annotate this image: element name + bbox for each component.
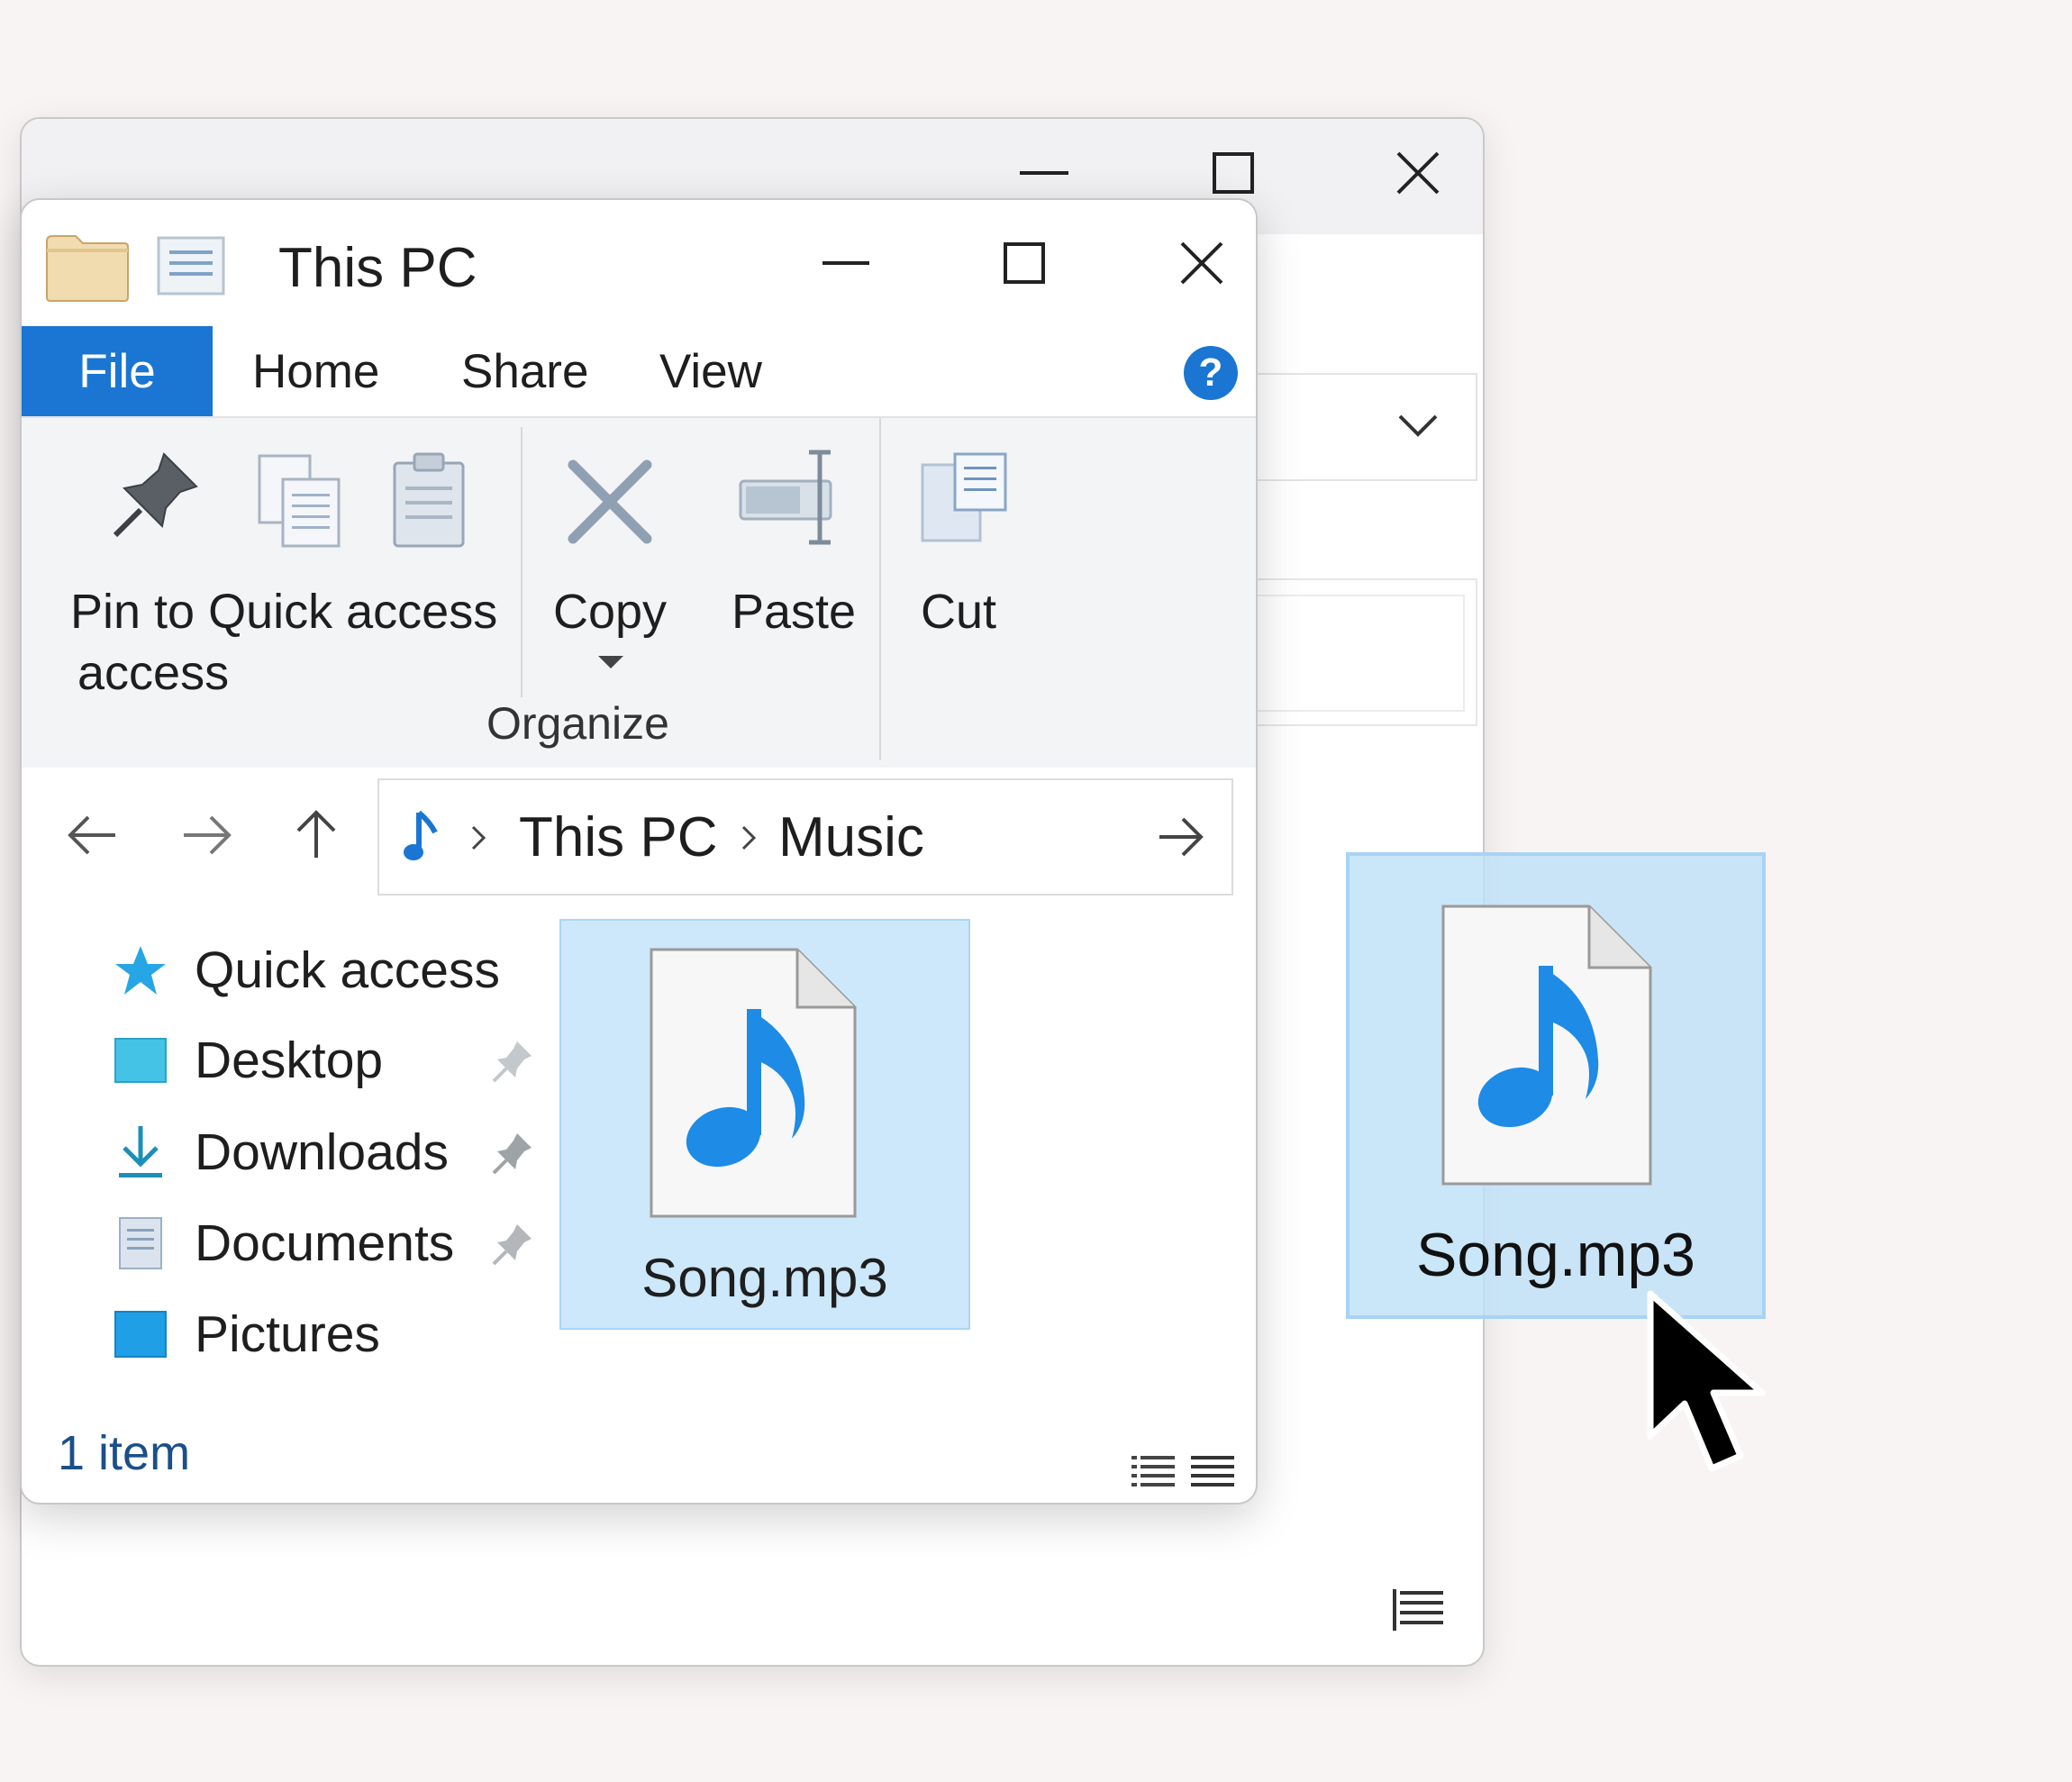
file-item-song[interactable]: Song.mp3 bbox=[559, 919, 970, 1330]
copy-icon bbox=[568, 459, 652, 544]
nav-item-downloads[interactable]: Downloads bbox=[112, 1112, 562, 1193]
drag-preview-file-name: Song.mp3 bbox=[1416, 1221, 1695, 1289]
star-icon bbox=[112, 941, 169, 999]
minimize-icon bbox=[1020, 171, 1068, 175]
background-dropdown[interactable] bbox=[1238, 373, 1477, 481]
copy-path-icon bbox=[258, 454, 341, 548]
pin-icon bbox=[113, 452, 198, 538]
pin-icon[interactable] bbox=[490, 1221, 535, 1266]
details-view-icon[interactable] bbox=[1131, 1454, 1175, 1490]
navigation-pane: Quick access Desktop Downloads Documents bbox=[22, 903, 562, 1407]
help-button[interactable]: ? bbox=[1184, 346, 1238, 400]
breadcrumb-this-pc[interactable]: This PC bbox=[519, 805, 717, 869]
maximize-icon bbox=[1213, 152, 1254, 194]
background-inner-panel bbox=[1247, 595, 1465, 712]
nav-label: Desktop bbox=[195, 1032, 384, 1089]
pictures-folder-icon bbox=[112, 1305, 169, 1363]
pin-to-quick-access-button[interactable]: Pin to Quick access access bbox=[31, 432, 508, 700]
details-view-icon[interactable] bbox=[1391, 1587, 1445, 1632]
dropdown-arrow-icon[interactable] bbox=[598, 656, 623, 670]
nav-label: Downloads bbox=[195, 1123, 449, 1181]
pin-icon[interactable] bbox=[490, 1130, 535, 1175]
window-titlebar: This PC bbox=[22, 200, 1256, 326]
back-arrow-icon[interactable] bbox=[65, 813, 119, 858]
ribbon-separator bbox=[879, 418, 881, 760]
address-bar[interactable]: This PC Music bbox=[377, 778, 1233, 896]
nav-label: Documents bbox=[195, 1214, 455, 1272]
maximize-button[interactable] bbox=[975, 218, 1074, 308]
explorer-window: This PC File Home Share View ? Pin to Qu… bbox=[20, 198, 1258, 1505]
forward-arrow-icon[interactable] bbox=[180, 813, 234, 858]
pin-icon[interactable] bbox=[490, 1038, 535, 1083]
close-icon bbox=[1180, 241, 1223, 285]
tab-share[interactable]: Share bbox=[461, 326, 588, 416]
cut-button[interactable]: Cut bbox=[894, 432, 1029, 694]
status-bar: 1 item bbox=[22, 1425, 1256, 1501]
breadcrumb-chevron-icon bbox=[741, 825, 757, 850]
list-view-icon[interactable] bbox=[1191, 1454, 1234, 1490]
tab-home[interactable]: Home bbox=[252, 326, 379, 416]
paste-label: Paste bbox=[732, 585, 857, 639]
desktop-folder-icon bbox=[112, 1032, 169, 1089]
download-arrow-icon bbox=[112, 1123, 169, 1181]
cut-icon bbox=[921, 452, 1007, 542]
nav-label: Pictures bbox=[195, 1305, 380, 1363]
nav-label: Quick access bbox=[195, 941, 500, 999]
cut-label: Cut bbox=[921, 585, 997, 639]
breadcrumb-music[interactable]: Music bbox=[778, 805, 924, 869]
paste-button[interactable]: Paste bbox=[715, 432, 877, 694]
navigation-bar: This PC Music bbox=[22, 768, 1256, 903]
minimize-icon bbox=[822, 261, 869, 265]
close-icon bbox=[1396, 151, 1440, 195]
ribbon-tabs: File Home Share View ? bbox=[22, 326, 1256, 416]
file-name: Song.mp3 bbox=[641, 1248, 888, 1308]
close-button[interactable] bbox=[1152, 218, 1251, 308]
chevron-down-icon bbox=[1398, 414, 1438, 437]
tab-file[interactable]: File bbox=[22, 326, 213, 416]
nav-item-pictures[interactable]: Pictures bbox=[112, 1294, 562, 1375]
tab-view[interactable]: View bbox=[659, 326, 762, 416]
pin-label: Pin to Quick access bbox=[70, 585, 498, 639]
ribbon: Pin to Quick access access Copy Paste Cu… bbox=[22, 416, 1256, 769]
folder-icon bbox=[46, 235, 129, 302]
documents-icon bbox=[112, 1214, 169, 1272]
maximize-icon bbox=[1004, 242, 1045, 284]
up-arrow-icon[interactable] bbox=[292, 807, 341, 861]
paste-icon bbox=[739, 450, 832, 545]
background-close-button[interactable] bbox=[1368, 128, 1468, 218]
ribbon-group-label: Organize bbox=[486, 698, 669, 749]
window-title: This PC bbox=[278, 237, 477, 299]
copy-button[interactable]: Copy bbox=[535, 432, 684, 694]
nav-item-desktop[interactable]: Desktop bbox=[112, 1020, 562, 1101]
properties-icon[interactable] bbox=[157, 236, 225, 295]
breadcrumb-chevron-icon bbox=[471, 825, 486, 850]
nav-item-documents[interactable]: Documents bbox=[112, 1203, 562, 1284]
music-note-icon bbox=[404, 810, 438, 860]
music-file-icon bbox=[1441, 905, 1652, 1186]
clipboard-icon bbox=[393, 452, 465, 548]
music-file-icon bbox=[650, 948, 857, 1218]
ribbon-separator bbox=[521, 427, 523, 697]
minimize-button[interactable] bbox=[796, 218, 895, 308]
pin-label-second-line: access bbox=[77, 646, 230, 700]
copy-label: Copy bbox=[553, 585, 668, 639]
drag-preview: Song.mp3 bbox=[1346, 852, 1766, 1319]
go-arrow-icon[interactable] bbox=[1156, 814, 1206, 859]
mouse-pointer-icon bbox=[1647, 1290, 1766, 1472]
item-count: 1 item bbox=[58, 1426, 191, 1480]
nav-item-quick-access[interactable]: Quick access bbox=[112, 930, 562, 1011]
